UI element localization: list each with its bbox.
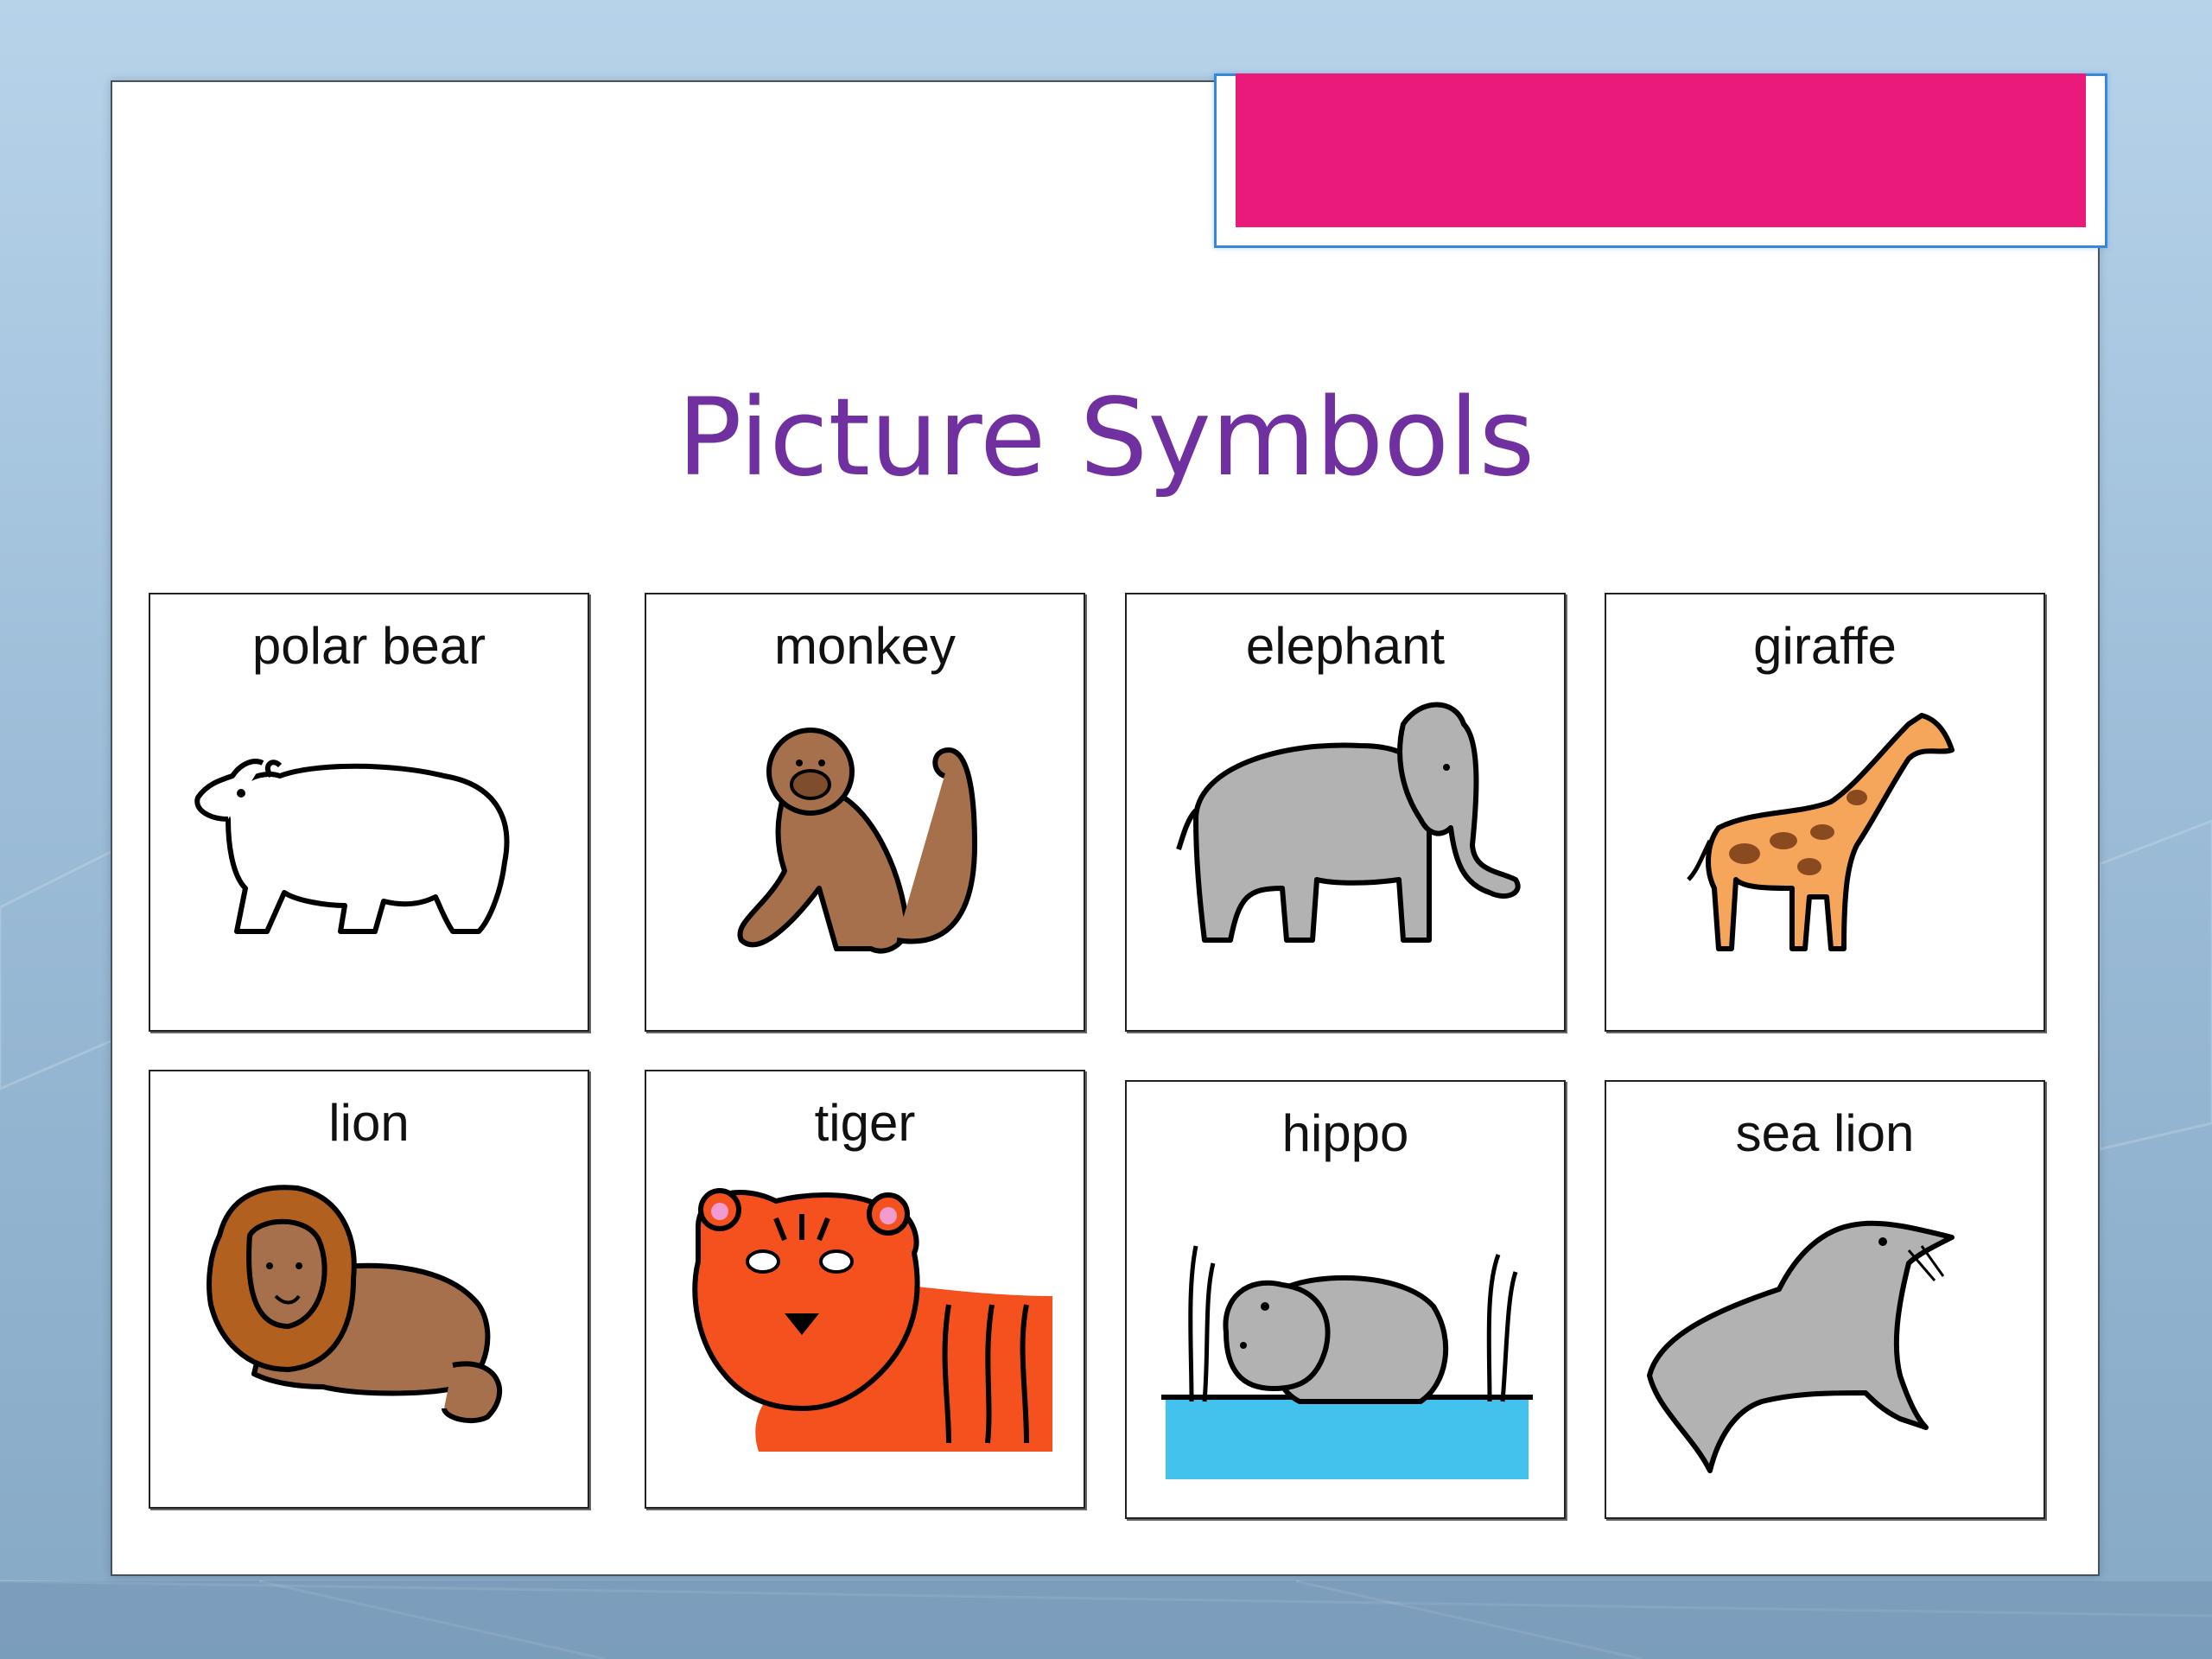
symbol-card-monkey: monkey <box>645 593 1085 1032</box>
symbol-label: monkey <box>773 617 957 675</box>
symbol-label: hippo <box>1281 1104 1409 1162</box>
hippo-icon <box>1161 1245 1533 1479</box>
symbol-card-hippo: hippo <box>1125 1080 1566 1519</box>
symbol-label: tiger <box>814 1094 916 1152</box>
symbol-card-tiger: tiger <box>645 1070 1085 1509</box>
lion-icon <box>207 1185 503 1424</box>
symbol-label: elephant <box>1245 617 1446 675</box>
accent-bar <box>1236 73 2086 227</box>
symbol-label: lion <box>328 1094 410 1152</box>
giraffe-icon <box>1687 713 1955 951</box>
symbol-card-giraffe: giraffe <box>1605 593 2045 1032</box>
symbol-card-elephant: elephant <box>1125 593 1566 1032</box>
symbol-card-lion: lion <box>149 1070 589 1509</box>
sea-lion-icon <box>1647 1220 1955 1473</box>
polar-bear-icon <box>194 759 510 934</box>
symbol-card-sea-lion: sea lion <box>1605 1080 2045 1519</box>
slide-title: Picture Symbols <box>677 376 1535 500</box>
symbol-card-polar-bear: polar bear <box>149 593 589 1032</box>
tiger-icon <box>692 1188 1052 1452</box>
symbol-label: sea lion <box>1735 1104 1915 1162</box>
elephant-icon <box>1176 702 1521 943</box>
symbol-label: giraffe <box>1753 617 1897 675</box>
monkey-icon <box>737 728 977 954</box>
symbol-label: polar bear <box>251 617 486 675</box>
